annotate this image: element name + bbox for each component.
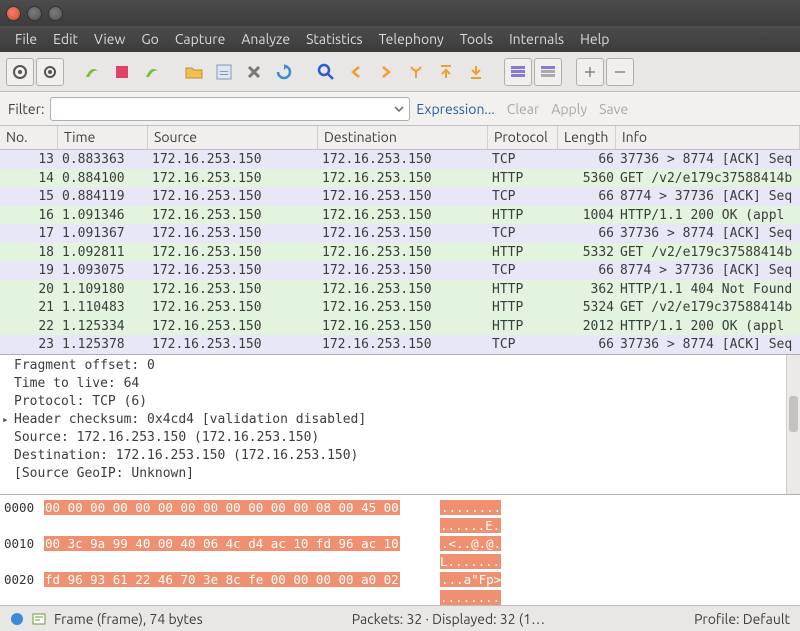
toolbar [0, 52, 800, 92]
detail-line[interactable]: Time to live: 64 [0, 375, 800, 393]
menu-help[interactable]: Help [573, 29, 616, 49]
chevron-down-icon[interactable] [393, 103, 405, 115]
autoscroll-button[interactable] [534, 58, 562, 86]
menu-capture[interactable]: Capture [168, 29, 233, 49]
filter-bar: Filter: Expression... Clear Apply Save [0, 92, 800, 126]
detail-line[interactable]: Fragment offset: 0 [0, 357, 800, 375]
open-file-button[interactable] [180, 58, 208, 86]
minimize-icon[interactable] [27, 6, 42, 21]
menu-statistics[interactable]: Statistics [299, 29, 369, 49]
table-row[interactable]: 150.884119172.16.253.150172.16.253.150TC… [0, 187, 800, 206]
packet-details-pane[interactable]: Fragment offset: 0Time to live: 64Protoc… [0, 355, 800, 496]
column-header[interactable]: Length [558, 126, 616, 149]
zoom-out-button[interactable] [606, 58, 634, 86]
go-forward-button[interactable] [372, 58, 400, 86]
column-header[interactable]: Info [616, 126, 800, 149]
table-row[interactable]: 201.109180172.16.253.150172.16.253.150HT… [0, 280, 800, 299]
column-header[interactable]: Protocol [488, 126, 558, 149]
table-row[interactable]: 140.884100172.16.253.150172.16.253.150HT… [0, 169, 800, 188]
scroll-thumb[interactable] [789, 396, 798, 432]
go-to-packet-button[interactable] [402, 58, 430, 86]
clear-button[interactable]: Clear [507, 101, 539, 117]
options-button[interactable] [36, 58, 64, 86]
detail-line[interactable]: Source: 172.16.253.150 (172.16.253.150) [0, 429, 800, 447]
hex-row[interactable]: 000000 00 00 00 00 00 00 00 00 00 00 00 … [0, 499, 800, 535]
detail-line[interactable]: Header checksum: 0x4cd4 [validation disa… [0, 411, 800, 429]
menu-edit[interactable]: Edit [46, 29, 85, 49]
column-header[interactable]: No. [0, 126, 58, 149]
menu-analyze[interactable]: Analyze [234, 29, 297, 49]
close-icon[interactable] [6, 6, 21, 21]
table-row[interactable]: 211.110483172.16.253.150172.16.253.150HT… [0, 298, 800, 317]
table-row[interactable]: 231.125378172.16.253.150172.16.253.150TC… [0, 335, 800, 354]
go-last-button[interactable] [462, 58, 490, 86]
status-right-text: Profile: Default [694, 611, 790, 627]
detail-line[interactable]: Destination: 172.16.253.150 (172.16.253.… [0, 447, 800, 465]
column-header[interactable]: Source [148, 126, 318, 149]
status-mid-text: Packets: 32 · Displayed: 32 (1… [221, 611, 676, 627]
table-row[interactable]: 191.093075172.16.253.150172.16.253.150TC… [0, 261, 800, 280]
scrollbar[interactable] [786, 355, 800, 495]
close-file-button[interactable] [240, 58, 268, 86]
start-capture-button[interactable] [78, 58, 106, 86]
packet-list: No.TimeSourceDestinationProtocolLengthIn… [0, 126, 800, 355]
status-bar: Frame (frame), 74 bytes Packets: 32 · Di… [0, 605, 800, 631]
table-row[interactable]: 130.883363172.16.253.150172.16.253.150TC… [0, 150, 800, 169]
menu-go[interactable]: Go [134, 29, 165, 49]
restart-capture-button[interactable] [138, 58, 166, 86]
column-header[interactable]: Time [58, 126, 148, 149]
menu-file[interactable]: File [8, 29, 44, 49]
hex-row[interactable]: 001000 3c 9a 99 40 00 40 06 4c d4 ac 10 … [0, 535, 800, 571]
stop-capture-button[interactable] [108, 58, 136, 86]
table-row[interactable]: 171.091367172.16.253.150172.16.253.150TC… [0, 224, 800, 243]
menu-telephony[interactable]: Telephony [372, 29, 451, 49]
detail-line[interactable]: Protocol: TCP (6) [0, 393, 800, 411]
interfaces-button[interactable] [6, 58, 34, 86]
menubar: FileEditViewGoCaptureAnalyzeStatisticsTe… [0, 26, 800, 52]
zoom-in-button[interactable] [576, 58, 604, 86]
apply-button[interactable]: Apply [551, 101, 587, 117]
save-file-button[interactable] [210, 58, 238, 86]
capture-comment-icon[interactable] [32, 612, 46, 626]
menu-tools[interactable]: Tools [453, 29, 500, 49]
hex-row[interactable]: 0020fd 96 93 61 22 46 70 3e 8c fe 00 00 … [0, 571, 800, 605]
go-first-button[interactable] [432, 58, 460, 86]
titlebar [0, 0, 800, 26]
table-row[interactable]: 221.125334172.16.253.150172.16.253.150HT… [0, 317, 800, 336]
status-left-text: Frame (frame), 74 bytes [54, 611, 203, 627]
expert-info-icon[interactable] [10, 612, 24, 626]
maximize-icon[interactable] [48, 6, 63, 21]
menu-internals[interactable]: Internals [502, 29, 571, 49]
colorize-button[interactable] [504, 58, 532, 86]
go-back-button[interactable] [342, 58, 370, 86]
reload-button[interactable] [270, 58, 298, 86]
column-header[interactable]: Destination [318, 126, 488, 149]
menu-view[interactable]: View [87, 29, 132, 49]
table-row[interactable]: 161.091346172.16.253.150172.16.253.150HT… [0, 206, 800, 225]
find-button[interactable] [312, 58, 340, 86]
packet-bytes-pane[interactable]: 000000 00 00 00 00 00 00 00 00 00 00 00 … [0, 495, 800, 605]
filter-input[interactable] [50, 97, 410, 121]
packet-list-header: No.TimeSourceDestinationProtocolLengthIn… [0, 126, 800, 150]
expression-button[interactable]: Expression... [416, 101, 494, 117]
table-row[interactable]: 181.092811172.16.253.150172.16.253.150HT… [0, 243, 800, 262]
detail-line[interactable]: [Source GeoIP: Unknown] [0, 465, 800, 483]
save-button[interactable]: Save [599, 101, 628, 117]
filter-label: Filter: [8, 101, 44, 117]
